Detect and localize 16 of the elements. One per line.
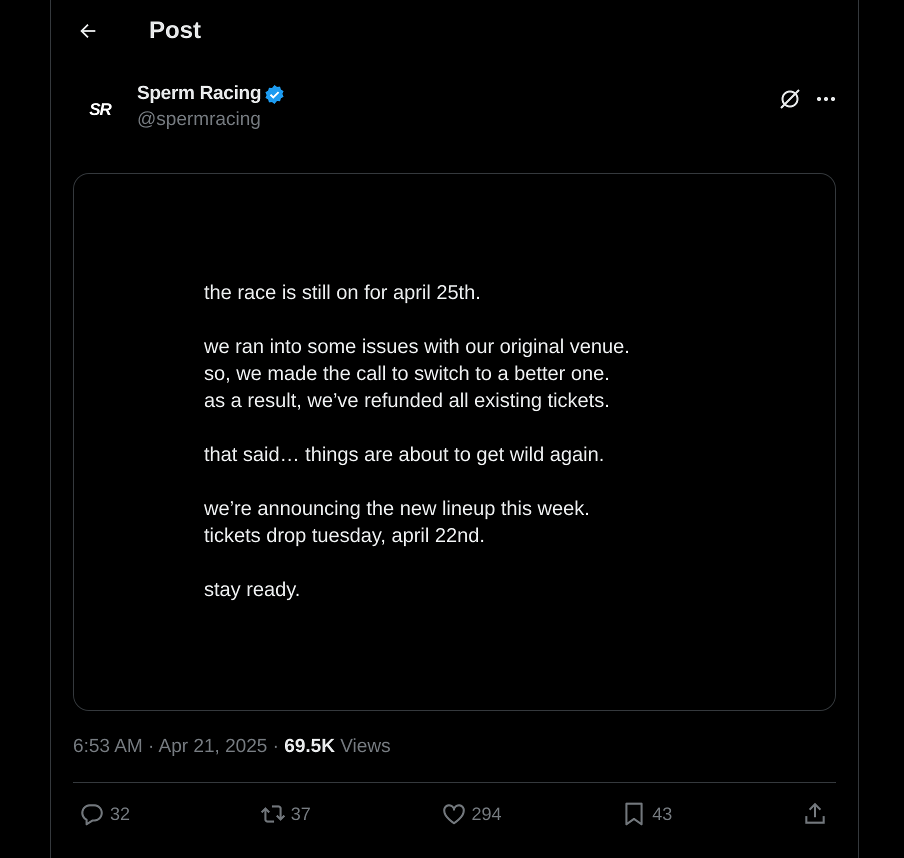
page-title: Post: [149, 17, 202, 45]
slashed-circle-icon[interactable]: [778, 87, 802, 111]
action-count: 37: [290, 804, 311, 824]
media-card[interactable]: [73, 173, 836, 711]
action-count: 43: [652, 804, 672, 824]
action-count: 294: [472, 804, 502, 824]
post-meta: 6:53 AM · Apr 21, 2025 · 69.5K Views: [73, 736, 392, 758]
author-name[interactable]: Sperm Racing: [137, 83, 262, 105]
media-paragraph: the race is still on for april 25th.: [204, 281, 482, 306]
media-paragraph: stay ready.: [204, 578, 302, 603]
media-paragraph: that said… things are about to get wild again.: [204, 443, 606, 468]
more-icon[interactable]: [816, 96, 836, 102]
action-count: 32: [110, 804, 130, 824]
media-paragraph: we’re announcing the new lineup this week. tickets drop tuesday, april 22nd.: [204, 497, 591, 549]
author-handle[interactable]: @spermracing: [137, 109, 286, 131]
media-paragraph: we ran into some issues with our original venue. so, we made the call to switch to a better one. as a result, we’ve refunded all existing tickets.: [204, 335, 630, 414]
